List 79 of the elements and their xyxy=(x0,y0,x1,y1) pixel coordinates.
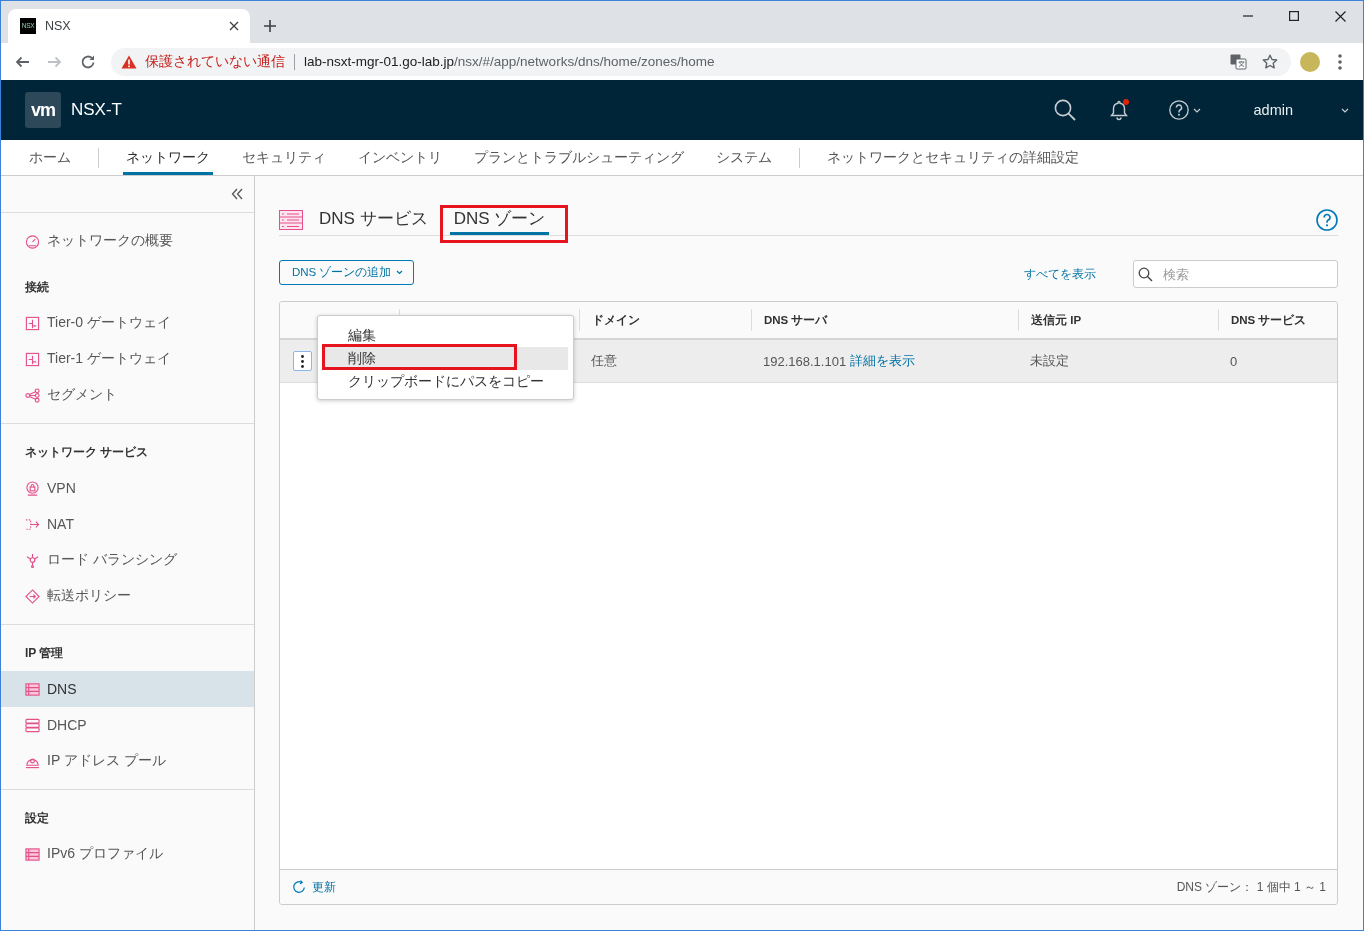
table-cell-text: 未設定 xyxy=(1029,352,1070,370)
sidebar-item[interactable]: ロード バランシング xyxy=(1,542,254,578)
search-icon[interactable] xyxy=(1053,99,1076,121)
menu-item[interactable]: クリップボードにパスをコピー xyxy=(323,370,568,393)
nav-tab[interactable]: プランとトラブルシューティング xyxy=(471,140,687,175)
nav-tab[interactable]: インベントリ xyxy=(355,140,445,175)
help-icon[interactable] xyxy=(1168,100,1189,120)
show-all-link[interactable]: すべてを表示 xyxy=(1024,265,1096,283)
caret-down-icon[interactable] xyxy=(1341,107,1349,113)
server-stack-icon xyxy=(25,717,40,733)
server-list-icon xyxy=(279,210,303,230)
double-chevron-left-icon[interactable] xyxy=(231,188,243,200)
details-link[interactable]: 詳細を表示 xyxy=(850,352,916,370)
nav-tab[interactable]: ホーム xyxy=(26,140,74,175)
sidebar-item[interactable]: 転送ポリシー xyxy=(1,578,254,614)
pagination-summary: DNS ゾーン： 1 個中 1 ～ 1 xyxy=(1176,878,1326,896)
column-header[interactable]: DNS サーバ xyxy=(751,309,1018,331)
bell-icon[interactable] xyxy=(1108,99,1129,121)
security-warning: 保護されていない通信 xyxy=(145,52,285,71)
gauge-icon xyxy=(25,233,40,249)
section-heading: 接続 xyxy=(24,278,50,296)
page-tab[interactable]: DNS サービス xyxy=(315,205,432,235)
diamond-arrow-icon xyxy=(25,588,40,604)
search-icon xyxy=(1138,267,1153,282)
row-actions-button[interactable] xyxy=(293,351,312,371)
menu-item[interactable]: 編集 xyxy=(323,324,568,347)
column-header[interactable]: ドメイン xyxy=(579,309,751,331)
sidebar-item[interactable]: Tier-1 ゲートウェイ xyxy=(1,341,254,377)
sidebar-item[interactable]: NAT xyxy=(1,506,254,542)
sidebar-item[interactable]: DNS xyxy=(1,671,254,707)
user-name[interactable]: admin xyxy=(1253,102,1293,118)
sidebar-item[interactable]: IP アドレス プール xyxy=(1,743,254,779)
translate-icon[interactable] xyxy=(1230,53,1247,70)
refresh-button[interactable]: 更新 xyxy=(292,879,336,895)
connected-nodes-icon xyxy=(25,387,40,403)
section-heading: 設定 xyxy=(24,809,50,827)
add-zone-button[interactable]: DNS ゾーンの追加 xyxy=(279,260,415,285)
section-heading: IP 管理 xyxy=(24,644,65,662)
reload-icon[interactable] xyxy=(80,53,96,70)
nav-tab[interactable]: システム xyxy=(713,140,775,175)
table-cell-text: 任意 xyxy=(590,352,618,370)
caret-down-icon xyxy=(396,270,404,275)
product-logo: vm xyxy=(25,92,61,128)
sidebar-item[interactable]: セグメント xyxy=(1,377,254,413)
sidebar-item[interactable]: DHCP xyxy=(1,707,254,743)
column-header[interactable]: 送信元 IP xyxy=(1018,309,1218,331)
search-field[interactable]: 検索 xyxy=(1133,260,1338,288)
lock-circle-icon xyxy=(25,480,40,496)
vertical-dots-icon xyxy=(301,354,304,368)
sidebar-item[interactable]: Tier-0 ゲートウェイ xyxy=(1,305,254,341)
caret-down-icon[interactable] xyxy=(1192,107,1201,113)
server-grid-icon xyxy=(25,846,40,862)
server-address: 192.168.1.101 xyxy=(763,353,847,369)
square-branch-icon xyxy=(25,351,40,367)
nav-tab[interactable]: セキュリティ xyxy=(239,140,329,175)
plus-icon[interactable] xyxy=(264,20,276,32)
table-cell-text: 0 xyxy=(1229,353,1239,369)
close-icon[interactable] xyxy=(1334,10,1346,22)
url-text: lab-nsxt-mgr-01.go-lab.jp/nsx/#/app/networks/dns/home/zones/home xyxy=(304,54,715,69)
sidebar-item[interactable]: IPv6 プロファイル xyxy=(1,836,254,872)
kebab-menu-icon[interactable] xyxy=(1338,53,1342,70)
nav-tab[interactable]: ネットワークとセキュリティの詳細設定 xyxy=(824,140,1082,175)
square-branch-icon xyxy=(25,315,40,331)
product-name: NSX-T xyxy=(71,100,122,120)
star-icon[interactable] xyxy=(1262,53,1278,70)
column-header[interactable]: DNS サービス xyxy=(1218,309,1337,331)
warning-icon xyxy=(121,54,137,69)
sidebar-item[interactable]: VPN xyxy=(1,470,254,506)
arrow-out-icon xyxy=(25,516,40,532)
maximize-icon[interactable] xyxy=(1289,11,1299,21)
refresh-icon xyxy=(292,880,306,894)
server-grid-icon xyxy=(25,681,40,697)
address-bar[interactable]: 保護されていない通信 lab-nsxt-mgr-01.go-lab.jp/nsx/#/app/networks/dns/home/zones/home xyxy=(111,47,1291,76)
close-icon[interactable] xyxy=(229,21,239,31)
branching-node-icon xyxy=(25,552,40,568)
sidebar-item[interactable]: ネットワークの概要 xyxy=(1,223,254,259)
page-tab[interactable]: DNS ゾーン xyxy=(449,205,550,235)
help-icon[interactable] xyxy=(1316,209,1338,231)
section-heading: ネットワーク サービス xyxy=(24,443,150,461)
